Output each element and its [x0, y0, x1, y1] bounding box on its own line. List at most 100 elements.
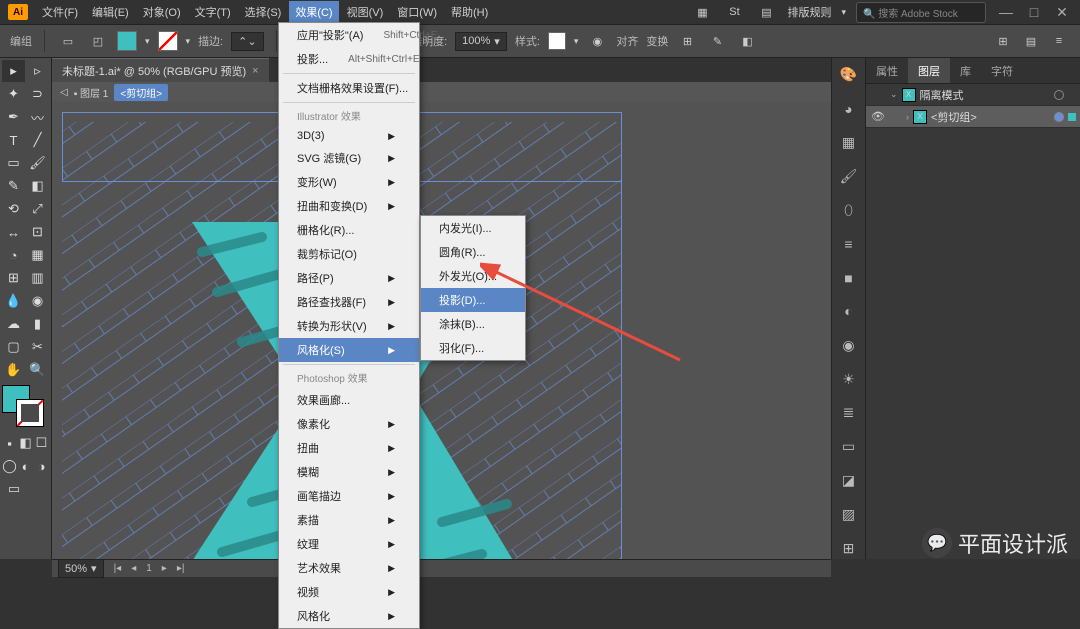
menu-apply-last[interactable]: 应用"投影"(A)Shift+Ctrl+E: [279, 23, 419, 47]
direct-selection-tool[interactable]: ▹: [26, 60, 49, 82]
perspective-tool[interactable]: ▦: [26, 244, 49, 266]
disclosure-icon[interactable]: ⌄: [890, 89, 898, 100]
submenu-feather[interactable]: 羽化(F)...: [421, 336, 525, 360]
menu-blur[interactable]: 模糊▶: [279, 460, 419, 484]
menu-last-effect[interactable]: 投影...Alt+Shift+Ctrl+E: [279, 47, 419, 71]
menu-distort-transform[interactable]: 扭曲和变换(D)▶: [279, 194, 419, 218]
edit-icon[interactable]: ✎: [706, 30, 728, 52]
transform-panel-icon[interactable]: ▭: [838, 436, 860, 458]
width-tool[interactable]: ↔: [2, 221, 25, 243]
color-panel-icon[interactable]: 🎨: [838, 64, 860, 86]
target-icon[interactable]: [1054, 90, 1064, 100]
draw-inside-icon[interactable]: ◑: [34, 455, 49, 477]
menu-3d[interactable]: 3D(3)▶: [279, 126, 419, 146]
tab-character[interactable]: 字符: [981, 58, 1023, 83]
panel-icon3[interactable]: ≡: [1048, 30, 1070, 52]
color-guide-icon[interactable]: ◕: [838, 98, 860, 120]
menu-help[interactable]: 帮助(H): [445, 1, 494, 23]
menu-video[interactable]: 视频▶: [279, 580, 419, 604]
draw-behind-icon[interactable]: ◐: [18, 455, 33, 477]
graphic-styles-icon[interactable]: ☀: [838, 368, 860, 390]
fill-stroke-swatches[interactable]: [2, 385, 44, 427]
menu-edit[interactable]: 编辑(E): [86, 1, 135, 23]
align-panel-icon[interactable]: ≣: [838, 402, 860, 424]
breadcrumb-layer[interactable]: ▪ 图层 1: [74, 85, 109, 100]
stroke-swatch[interactable]: [158, 31, 178, 51]
menu-path[interactable]: 路径(P)▶: [279, 266, 419, 290]
nav-last-icon[interactable]: ▸|: [177, 563, 185, 574]
menu-window[interactable]: 窗口(W): [391, 1, 443, 23]
type-tool[interactable]: T: [2, 129, 25, 151]
submenu-outer-glow[interactable]: 外发光(O)...: [421, 264, 525, 288]
rotate-tool[interactable]: ⟲: [2, 198, 25, 220]
zoom-tool[interactable]: 🔍: [26, 359, 49, 381]
align-artboard-icon[interactable]: ◰: [87, 30, 109, 52]
align-objects-icon[interactable]: ▭: [57, 30, 79, 52]
submenu-scribble[interactable]: 涂抹(B)...: [421, 312, 525, 336]
bridge-icon[interactable]: ▦: [691, 1, 713, 23]
tab-close-icon[interactable]: ×: [252, 65, 258, 77]
menu-convert-shape[interactable]: 转换为形状(V)▶: [279, 314, 419, 338]
artboard-number[interactable]: 1: [146, 563, 152, 574]
layer-name[interactable]: 隔离模式: [920, 87, 1050, 103]
panel-icon1[interactable]: ⊞: [992, 30, 1014, 52]
menu-crop-marks[interactable]: 裁剪标记(O): [279, 242, 419, 266]
minimize-icon[interactable]: —: [996, 4, 1016, 21]
tab-libraries[interactable]: 库: [950, 58, 981, 83]
submenu-round-corners[interactable]: 圆角(R)...: [421, 240, 525, 264]
gradient-mode-icon[interactable]: ◧: [18, 432, 33, 454]
gradient-tool[interactable]: ▥: [26, 267, 49, 289]
selection-tool[interactable]: ▸: [2, 60, 25, 82]
menu-raster-settings[interactable]: 文档栅格效果设置(F)...: [279, 76, 419, 100]
line-tool[interactable]: ╱: [26, 129, 49, 151]
menu-pathfinder[interactable]: 路径查找器(F)▶: [279, 290, 419, 314]
document-tab[interactable]: 未标题-1.ai* @ 50% (RGB/GPU 预览) ×: [52, 58, 269, 83]
visibility-icon[interactable]: 👁: [870, 110, 886, 123]
zoom-dropdown[interactable]: 50% ▾: [58, 559, 104, 578]
swatches-panel-icon[interactable]: ▦: [838, 132, 860, 154]
appearance-panel-icon[interactable]: ◉: [838, 334, 860, 356]
layer-row-clipgroup[interactable]: 👁 › X <剪切组>: [866, 106, 1080, 128]
transparency-panel-icon[interactable]: ◐: [838, 301, 860, 323]
pathfinder-panel-icon[interactable]: ◪: [838, 470, 860, 492]
rectangle-tool[interactable]: ▭: [2, 152, 25, 174]
magic-wand-tool[interactable]: ✦: [2, 83, 25, 105]
blend-tool[interactable]: ◉: [26, 290, 49, 312]
menu-type[interactable]: 文字(T): [189, 1, 237, 23]
none-mode-icon[interactable]: ☐: [34, 432, 49, 454]
tab-properties[interactable]: 属性: [866, 58, 908, 83]
pen-tool[interactable]: ✒: [2, 106, 25, 128]
artboard-tool[interactable]: ▢: [2, 336, 25, 358]
symbol-tool[interactable]: ☁: [2, 313, 25, 335]
align-label[interactable]: 对齐: [616, 33, 638, 49]
menu-sketch[interactable]: 素描▶: [279, 508, 419, 532]
stroke-panel-icon[interactable]: ≡: [838, 233, 860, 255]
fill-swatch[interactable]: [117, 31, 137, 51]
tab-layers[interactable]: 图层: [908, 58, 950, 83]
stroke-weight-input[interactable]: ⌃⌄: [231, 32, 263, 51]
color-mode-icon[interactable]: ▪: [2, 432, 17, 454]
shape-builder-tool[interactable]: ◔: [2, 244, 25, 266]
arrange-icon[interactable]: ▤: [755, 1, 777, 23]
menu-distort-ps[interactable]: 扭曲▶: [279, 436, 419, 460]
back-icon[interactable]: ◁: [60, 87, 68, 98]
slice-tool[interactable]: ✂: [26, 336, 49, 358]
menu-object[interactable]: 对象(O): [137, 1, 187, 23]
draw-normal-icon[interactable]: ◯: [2, 455, 17, 477]
submenu-drop-shadow[interactable]: 投影(D)...: [421, 288, 525, 312]
menu-brush-strokes[interactable]: 画笔描边▶: [279, 484, 419, 508]
nav-first-icon[interactable]: |◂: [114, 563, 122, 574]
eraser-tool[interactable]: ◧: [26, 175, 49, 197]
mask-icon[interactable]: ◧: [736, 30, 758, 52]
screen-mode-icon[interactable]: ▭: [2, 478, 26, 500]
target-icon[interactable]: [1054, 112, 1064, 122]
paintbrush-tool[interactable]: 🖌: [26, 152, 49, 174]
panel-icon2[interactable]: ▤: [1020, 30, 1042, 52]
menu-view[interactable]: 视图(V): [341, 1, 390, 23]
menu-stylize-ps[interactable]: 风格化▶: [279, 604, 419, 628]
maximize-icon[interactable]: □: [1024, 4, 1044, 21]
menu-stylize[interactable]: 风格化(S)▶: [279, 338, 419, 362]
disclosure-icon[interactable]: ›: [906, 112, 909, 122]
menu-warp[interactable]: 变形(W)▶: [279, 170, 419, 194]
scale-tool[interactable]: ⤢: [26, 198, 49, 220]
